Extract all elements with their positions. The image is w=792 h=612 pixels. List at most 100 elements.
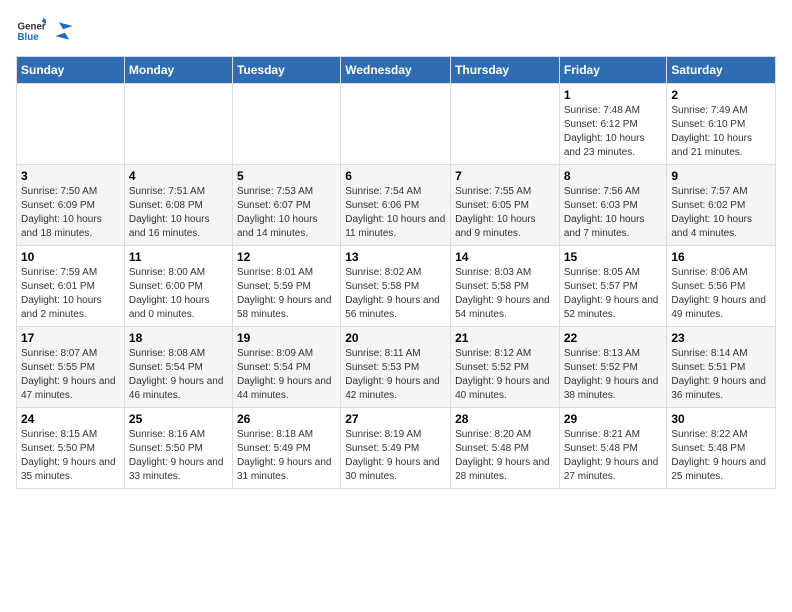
svg-text:General: General (18, 22, 47, 33)
day-number: 12 (237, 250, 336, 264)
header-wednesday: Wednesday (341, 57, 451, 84)
day-info: Sunrise: 7:53 AM Sunset: 6:07 PM Dayligh… (237, 185, 336, 241)
day-info: Sunrise: 8:22 AM Sunset: 5:48 PM Dayligh… (671, 428, 771, 484)
day-info: Sunrise: 8:18 AM Sunset: 5:49 PM Dayligh… (237, 428, 336, 484)
header-monday: Monday (124, 57, 232, 84)
day-number: 30 (671, 412, 771, 426)
day-cell: 24 Sunrise: 8:15 AM Sunset: 5:50 PM Dayli… (17, 408, 125, 489)
day-cell: 15 Sunrise: 8:05 AM Sunset: 5:57 PM Dayli… (559, 246, 667, 327)
day-number: 22 (564, 331, 663, 345)
day-cell: 4 Sunrise: 7:51 AM Sunset: 6:08 PM Daylig… (124, 165, 232, 246)
week-row-4: 17Sunrise: 8:07 AM Sunset: 5:55 PM Dayli… (17, 327, 776, 408)
day-number: 2 (671, 88, 771, 102)
day-info: Sunrise: 8:20 AM Sunset: 5:48 PM Dayligh… (455, 428, 555, 484)
day-number: 23 (671, 331, 771, 345)
day-cell: 21 Sunrise: 8:12 AM Sunset: 5:52 PM Dayli… (451, 327, 560, 408)
day-number: 9 (671, 169, 771, 183)
day-info: Sunrise: 8:03 AM Sunset: 5:58 PM Dayligh… (455, 266, 555, 322)
day-info: Sunrise: 7:50 AM Sunset: 6:09 PM Dayligh… (21, 185, 120, 241)
day-cell: 1 Sunrise: 7:48 AM Sunset: 6:12 PM Daylig… (559, 84, 667, 165)
day-cell (124, 84, 232, 165)
day-cell (451, 84, 560, 165)
header-sunday: Sunday (17, 57, 125, 84)
day-number: 15 (564, 250, 663, 264)
day-number: 24 (21, 412, 120, 426)
week-row-1: 1 Sunrise: 7:48 AM Sunset: 6:12 PM Daylig… (17, 84, 776, 165)
day-info: Sunrise: 8:21 AM Sunset: 5:48 PM Dayligh… (564, 428, 663, 484)
day-info: Sunrise: 8:05 AM Sunset: 5:57 PM Dayligh… (564, 266, 663, 322)
day-number: 29 (564, 412, 663, 426)
day-info: Sunrise: 8:02 AM Sunset: 5:58 PM Dayligh… (345, 266, 446, 322)
day-cell: 14 Sunrise: 8:03 AM Sunset: 5:58 PM Dayli… (451, 246, 560, 327)
day-number: 11 (129, 250, 228, 264)
day-info: Sunrise: 8:06 AM Sunset: 5:56 PM Dayligh… (671, 266, 771, 322)
header-thursday: Thursday (451, 57, 560, 84)
day-cell: 12 Sunrise: 8:01 AM Sunset: 5:59 PM Dayli… (232, 246, 340, 327)
day-info: Sunrise: 7:51 AM Sunset: 6:08 PM Dayligh… (129, 185, 228, 241)
day-cell: 10 Sunrise: 7:59 AM Sunset: 6:01 PM Dayli… (17, 246, 125, 327)
day-info: Sunrise: 7:49 AM Sunset: 6:10 PM Dayligh… (671, 104, 771, 160)
day-cell (17, 84, 125, 165)
day-info: Sunrise: 7:54 AM Sunset: 6:06 PM Dayligh… (345, 185, 446, 241)
day-cell: 30 Sunrise: 8:22 AM Sunset: 5:48 PM Dayli… (667, 408, 776, 489)
day-number: 21 (455, 331, 555, 345)
day-number: 1 (564, 88, 663, 102)
day-info: Sunrise: 8:01 AM Sunset: 5:59 PM Dayligh… (237, 266, 336, 322)
day-cell: 9Sunrise: 7:57 AM Sunset: 6:02 PM Daylig… (667, 165, 776, 246)
day-number: 18 (129, 331, 228, 345)
day-number: 28 (455, 412, 555, 426)
day-cell: 17Sunrise: 8:07 AM Sunset: 5:55 PM Dayli… (17, 327, 125, 408)
svg-text:Blue: Blue (18, 32, 40, 43)
day-cell: 7 Sunrise: 7:55 AM Sunset: 6:05 PM Daylig… (451, 165, 560, 246)
week-row-3: 10 Sunrise: 7:59 AM Sunset: 6:01 PM Dayli… (17, 246, 776, 327)
day-cell: 2 Sunrise: 7:49 AM Sunset: 6:10 PM Daylig… (667, 84, 776, 165)
header-row: SundayMondayTuesdayWednesdayThursdayFrid… (17, 57, 776, 84)
day-number: 27 (345, 412, 446, 426)
day-info: Sunrise: 8:12 AM Sunset: 5:52 PM Dayligh… (455, 347, 555, 403)
day-number: 8 (564, 169, 663, 183)
day-cell: 13 Sunrise: 8:02 AM Sunset: 5:58 PM Dayli… (341, 246, 451, 327)
day-cell: 8Sunrise: 7:56 AM Sunset: 6:03 PM Daylig… (559, 165, 667, 246)
day-number: 25 (129, 412, 228, 426)
page-header: General Blue (16, 16, 776, 46)
day-cell: 26 Sunrise: 8:18 AM Sunset: 5:49 PM Dayli… (232, 408, 340, 489)
day-info: Sunrise: 7:59 AM Sunset: 6:01 PM Dayligh… (21, 266, 120, 322)
day-cell: 27 Sunrise: 8:19 AM Sunset: 5:49 PM Dayli… (341, 408, 451, 489)
day-info: Sunrise: 8:09 AM Sunset: 5:54 PM Dayligh… (237, 347, 336, 403)
day-number: 10 (21, 250, 120, 264)
day-cell (341, 84, 451, 165)
day-cell: 16Sunrise: 8:06 AM Sunset: 5:56 PM Dayli… (667, 246, 776, 327)
day-info: Sunrise: 8:16 AM Sunset: 5:50 PM Dayligh… (129, 428, 228, 484)
day-number: 6 (345, 169, 446, 183)
logo: General Blue (16, 16, 74, 46)
header-tuesday: Tuesday (232, 57, 340, 84)
day-info: Sunrise: 8:07 AM Sunset: 5:55 PM Dayligh… (21, 347, 120, 403)
day-cell: 18Sunrise: 8:08 AM Sunset: 5:54 PM Dayli… (124, 327, 232, 408)
day-cell: 22Sunrise: 8:13 AM Sunset: 5:52 PM Dayli… (559, 327, 667, 408)
day-info: Sunrise: 8:19 AM Sunset: 5:49 PM Dayligh… (345, 428, 446, 484)
day-cell: 20Sunrise: 8:11 AM Sunset: 5:53 PM Dayli… (341, 327, 451, 408)
day-info: Sunrise: 8:00 AM Sunset: 6:00 PM Dayligh… (129, 266, 228, 322)
day-info: Sunrise: 8:15 AM Sunset: 5:50 PM Dayligh… (21, 428, 120, 484)
calendar-table: SundayMondayTuesdayWednesdayThursdayFrid… (16, 56, 776, 489)
header-friday: Friday (559, 57, 667, 84)
day-number: 14 (455, 250, 555, 264)
day-info: Sunrise: 7:55 AM Sunset: 6:05 PM Dayligh… (455, 185, 555, 241)
day-number: 19 (237, 331, 336, 345)
day-number: 26 (237, 412, 336, 426)
day-number: 4 (129, 169, 228, 183)
header-saturday: Saturday (667, 57, 776, 84)
day-number: 13 (345, 250, 446, 264)
day-info: Sunrise: 7:48 AM Sunset: 6:12 PM Dayligh… (564, 104, 663, 160)
day-info: Sunrise: 8:14 AM Sunset: 5:51 PM Dayligh… (671, 347, 771, 403)
logo-icon: General Blue (16, 16, 46, 46)
week-row-5: 24 Sunrise: 8:15 AM Sunset: 5:50 PM Dayli… (17, 408, 776, 489)
day-number: 7 (455, 169, 555, 183)
day-cell: 29 Sunrise: 8:21 AM Sunset: 5:48 PM Dayli… (559, 408, 667, 489)
day-info: Sunrise: 8:11 AM Sunset: 5:53 PM Dayligh… (345, 347, 446, 403)
day-cell: 6 Sunrise: 7:54 AM Sunset: 6:06 PM Daylig… (341, 165, 451, 246)
logo-arrow-icon (54, 21, 74, 41)
day-cell: 25 Sunrise: 8:16 AM Sunset: 5:50 PM Dayli… (124, 408, 232, 489)
day-cell: 3Sunrise: 7:50 AM Sunset: 6:09 PM Daylig… (17, 165, 125, 246)
day-cell: 5Sunrise: 7:53 AM Sunset: 6:07 PM Daylig… (232, 165, 340, 246)
